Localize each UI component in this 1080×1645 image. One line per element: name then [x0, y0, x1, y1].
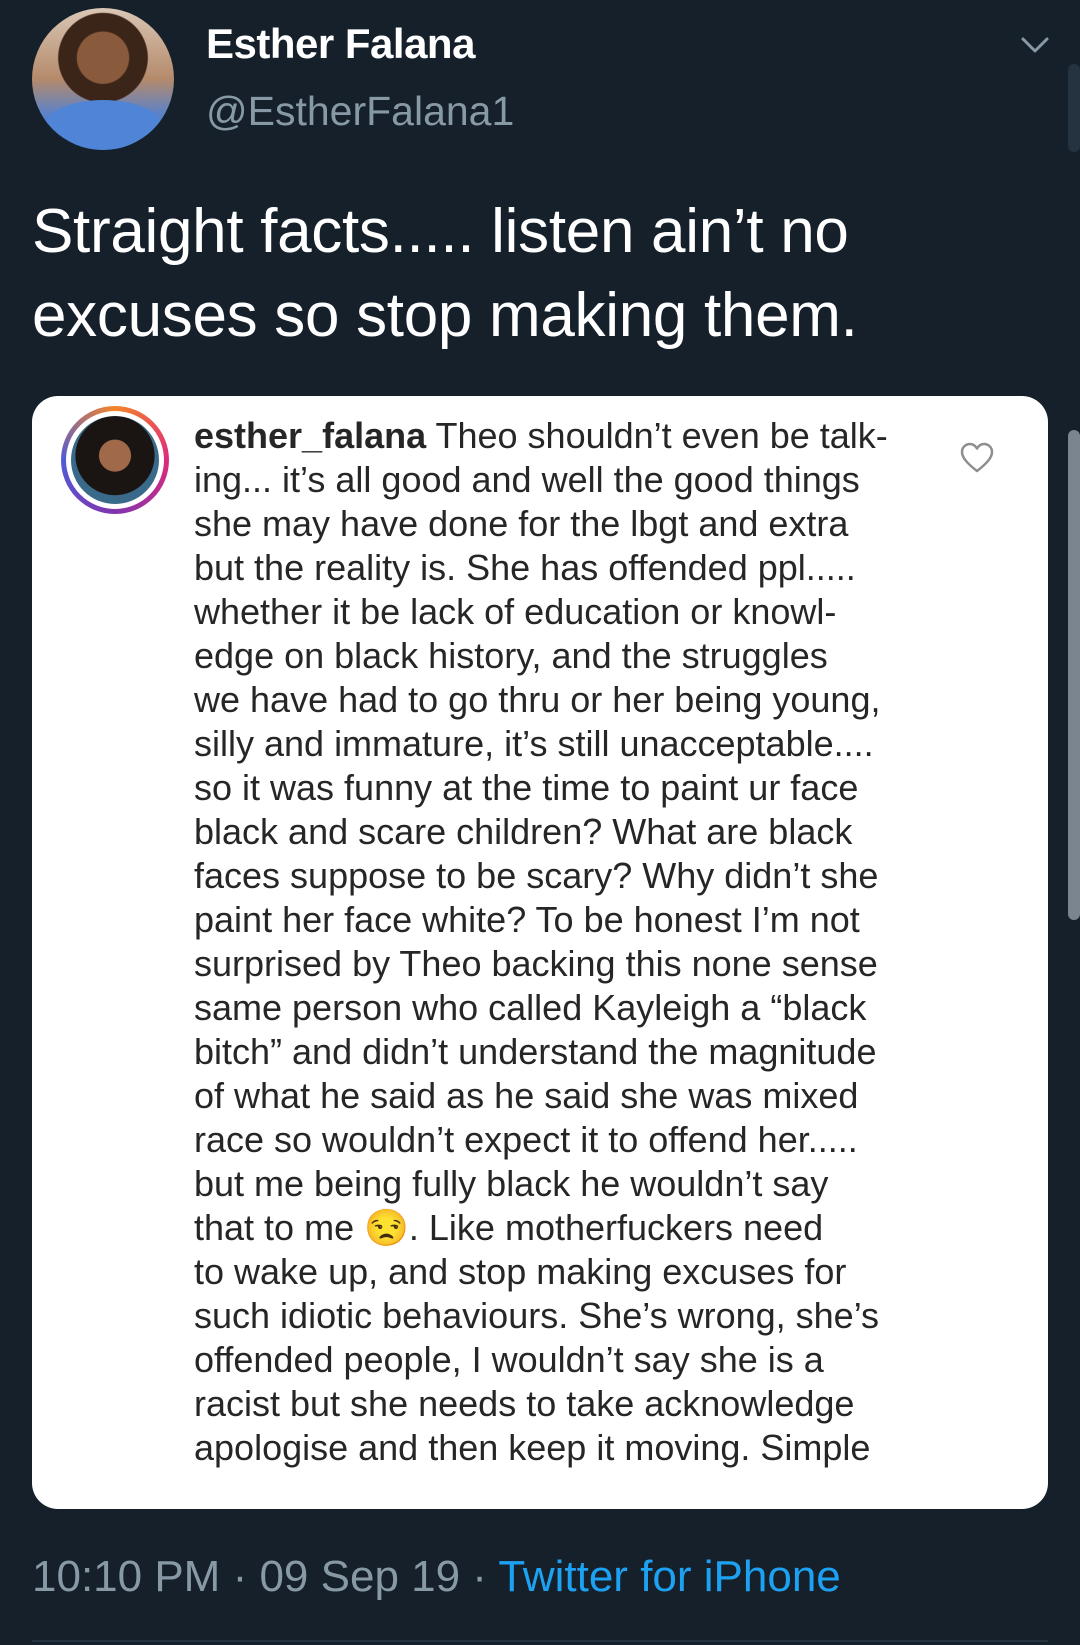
comment-text: esther_falana Theo shouldn’t even be tal…	[194, 414, 954, 1470]
profile-avatar[interactable]	[32, 8, 174, 150]
comment-line: Theo shouldn’t even be talk-	[435, 415, 888, 456]
comment-line: of what he said as he said she was mixed	[194, 1075, 859, 1116]
comment-line: we have had to go thru or her being youn…	[194, 679, 881, 720]
comment-line: apologise and then keep it moving. Simpl…	[194, 1427, 871, 1468]
display-name[interactable]: Esther Falana	[206, 20, 475, 68]
avatar-detail	[42, 100, 164, 150]
comment-line: racist but she needs to take acknowledge	[194, 1383, 855, 1424]
comment-line: to wake up, and stop making excuses for	[194, 1251, 847, 1292]
tweet-time[interactable]: 10:10 PM	[32, 1552, 220, 1601]
comment-line: silly and immature, it’s still unaccepta…	[194, 723, 874, 764]
comment-line: black and scare children? What are black	[194, 811, 853, 852]
comment-line: edge on black history, and the struggles	[194, 635, 828, 676]
comment-line: so it was funny at the time to paint ur …	[194, 767, 859, 808]
comment-line: she may have done for the lbgt and extra	[194, 503, 849, 544]
instagram-avatar	[61, 406, 169, 514]
comment-line: surprised by Theo backing this none sens…	[194, 943, 878, 984]
comment-line: but the reality is. She has offended ppl…	[194, 547, 856, 588]
divider	[32, 1640, 1048, 1642]
comment-line: whether it be lack of education or knowl…	[194, 591, 837, 632]
comment-line: that to me 😒. Like motherfuckers need	[194, 1207, 824, 1248]
user-handle[interactable]: @EstherFalana1	[206, 88, 514, 135]
comment-line: paint her face white? To be honest I’m n…	[194, 899, 860, 940]
comment-line: faces suppose to be scary? Why didn’t sh…	[194, 855, 879, 896]
comment-username: esther_falana	[194, 415, 427, 456]
heart-icon	[960, 442, 994, 473]
tweet-text: Straight facts..... listen ain’t no excu…	[32, 197, 858, 350]
tweet-date[interactable]: 09 Sep 19	[259, 1552, 460, 1601]
comment-line: bitch” and didn’t understand the magnitu…	[194, 1031, 877, 1072]
comment-line: offended people, I wouldn’t say she is a	[194, 1339, 824, 1380]
scrollbar-thumb[interactable]	[1068, 430, 1080, 920]
comment-line: same person who called Kayleigh a “black	[194, 987, 867, 1028]
scrollbar-track[interactable]	[1068, 64, 1080, 152]
avatar-photo	[71, 416, 159, 504]
comment-line: but me being fully black he wouldn’t say	[194, 1163, 829, 1204]
comment-line: race so wouldn’t expect it to offend her…	[194, 1119, 858, 1160]
comment-line: ing... it’s all good and well the good t…	[194, 459, 860, 500]
tweet-metadata: 10:10 PM · 09 Sep 19 · Twitter for iPhon…	[32, 1552, 841, 1602]
meta-separator: ·	[220, 1552, 260, 1601]
tweet-source-link[interactable]: Twitter for iPhone	[498, 1552, 840, 1601]
chevron-down-icon[interactable]	[1020, 34, 1050, 56]
meta-separator: ·	[460, 1552, 499, 1601]
embedded-screenshot-card[interactable]: esther_falana Theo shouldn’t even be tal…	[32, 396, 1048, 1509]
comment-line: such idiotic behaviours. She’s wrong, sh…	[194, 1295, 880, 1336]
